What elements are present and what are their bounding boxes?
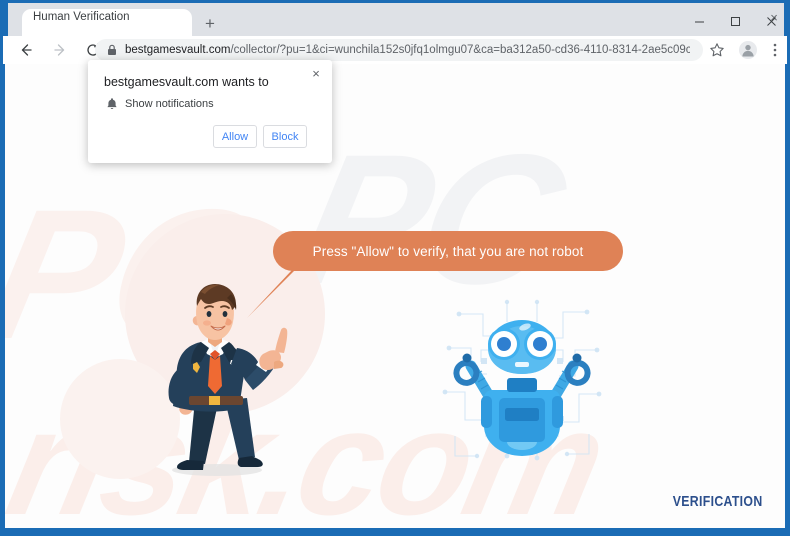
verification-label: VERIFICATION bbox=[673, 493, 763, 510]
window-maximize-button[interactable] bbox=[717, 6, 753, 36]
blue-robot-illustration bbox=[437, 296, 607, 471]
bookmark-star-icon[interactable] bbox=[709, 42, 725, 58]
speech-bubble-body: Press "Allow" to verify, that you are no… bbox=[273, 231, 623, 271]
suit bbox=[173, 338, 245, 412]
robot-neck bbox=[507, 378, 537, 392]
tab-title: Human Verification bbox=[33, 11, 130, 23]
profile-avatar-icon[interactable] bbox=[739, 41, 757, 59]
popup-permission-text: Show notifications bbox=[125, 98, 214, 110]
robot-svg bbox=[442, 299, 602, 461]
url-path: /collector/?pu=1&ci=wunchila152s0jfq1olm… bbox=[230, 44, 690, 56]
forward-arrow-icon bbox=[54, 44, 65, 56]
avatar-glyph bbox=[742, 44, 754, 57]
browser-window: Human Verification × + bbox=[0, 0, 790, 536]
tab-strip: Human Verification × + bbox=[0, 0, 790, 39]
popup-title: bestgamesvault.com wants to bbox=[104, 75, 269, 89]
url-text: bestgamesvault.com/collector/?pu=1&ci=wu… bbox=[125, 43, 690, 58]
address-bar[interactable]: bestgamesvault.com/collector/?pu=1&ci=wu… bbox=[95, 39, 703, 61]
notification-permission-popup: × bestgamesvault.com wants to Show notif… bbox=[88, 60, 332, 163]
maximize-icon bbox=[730, 16, 740, 26]
block-button[interactable]: Block bbox=[263, 125, 307, 148]
robot-head bbox=[488, 320, 556, 374]
url-domain: bestgamesvault.com bbox=[125, 44, 231, 56]
bell-icon bbox=[107, 98, 117, 109]
back-button[interactable] bbox=[14, 39, 38, 61]
minimize-icon bbox=[694, 21, 704, 22]
three-dot-menu-icon[interactable] bbox=[768, 41, 782, 59]
robot-body bbox=[481, 390, 563, 456]
close-icon bbox=[766, 16, 776, 26]
window-minimize-button[interactable] bbox=[681, 6, 717, 36]
new-tab-icon[interactable]: + bbox=[200, 14, 220, 34]
speech-bubble-text: Press "Allow" to verify, that you are no… bbox=[312, 243, 584, 259]
lock-icon bbox=[108, 44, 116, 55]
forward-button[interactable] bbox=[48, 39, 72, 61]
speech-bubble: Press "Allow" to verify, that you are no… bbox=[245, 226, 625, 321]
head bbox=[192, 284, 237, 347]
allow-button[interactable]: Allow bbox=[213, 125, 257, 148]
back-arrow-icon bbox=[21, 44, 32, 56]
popup-close-icon[interactable]: × bbox=[308, 66, 324, 82]
window-close-button[interactable] bbox=[753, 6, 789, 36]
